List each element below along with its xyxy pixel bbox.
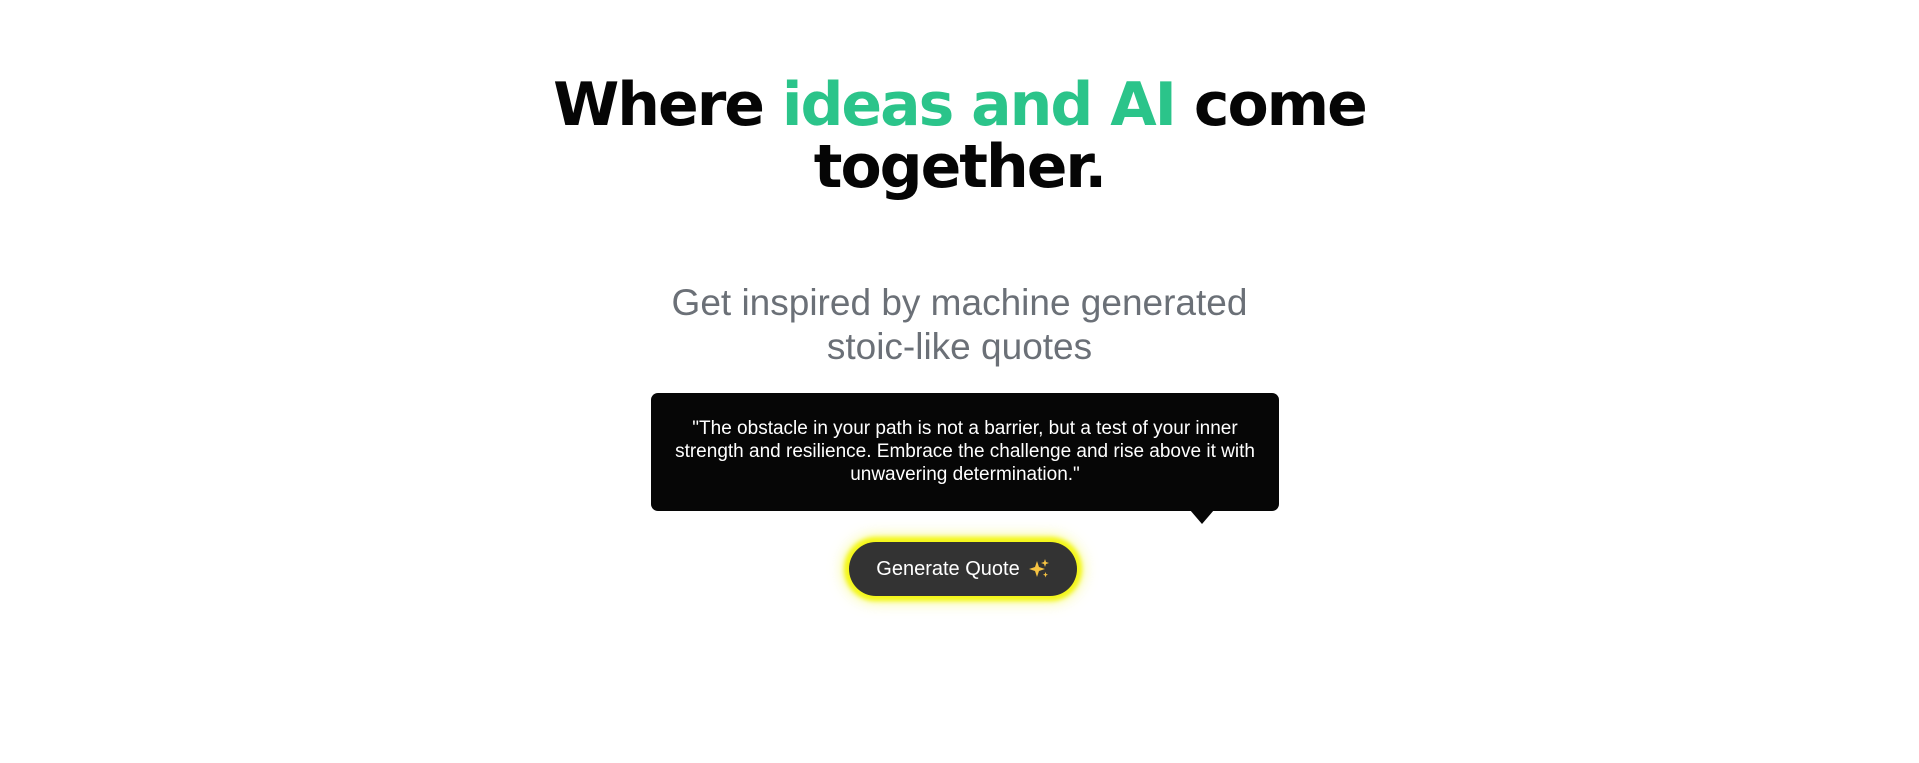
hero-subtitle-line-1: Get inspired by machine generated <box>671 282 1248 323</box>
hero-subtitle-line-2: stoic-like quotes <box>826 326 1093 367</box>
sparkles-icon <box>1028 558 1050 580</box>
hero-title-accent: ideas and AI <box>781 70 1177 140</box>
generate-quote-button[interactable]: Generate Quote <box>849 542 1077 596</box>
page: Where ideas and AI come together. Get in… <box>0 0 1919 763</box>
quote-bubble-tail <box>1190 510 1214 524</box>
hero-title-prefix: Where <box>553 70 765 140</box>
generate-quote-label: Generate Quote <box>876 557 1020 580</box>
quote-text: "The obstacle in your path is not a barr… <box>675 418 1255 485</box>
hero-title: Where ideas and AI come together. <box>0 74 1919 198</box>
quote-bubble: "The obstacle in your path is not a barr… <box>651 393 1279 511</box>
hero-title-line-1: Where ideas and AI come <box>0 74 1919 136</box>
hero-title-line-2: together. <box>813 132 1107 202</box>
hero-subtitle: Get inspired by machine generated stoic-… <box>0 281 1919 369</box>
hero-title-suffix: come <box>1193 70 1368 140</box>
